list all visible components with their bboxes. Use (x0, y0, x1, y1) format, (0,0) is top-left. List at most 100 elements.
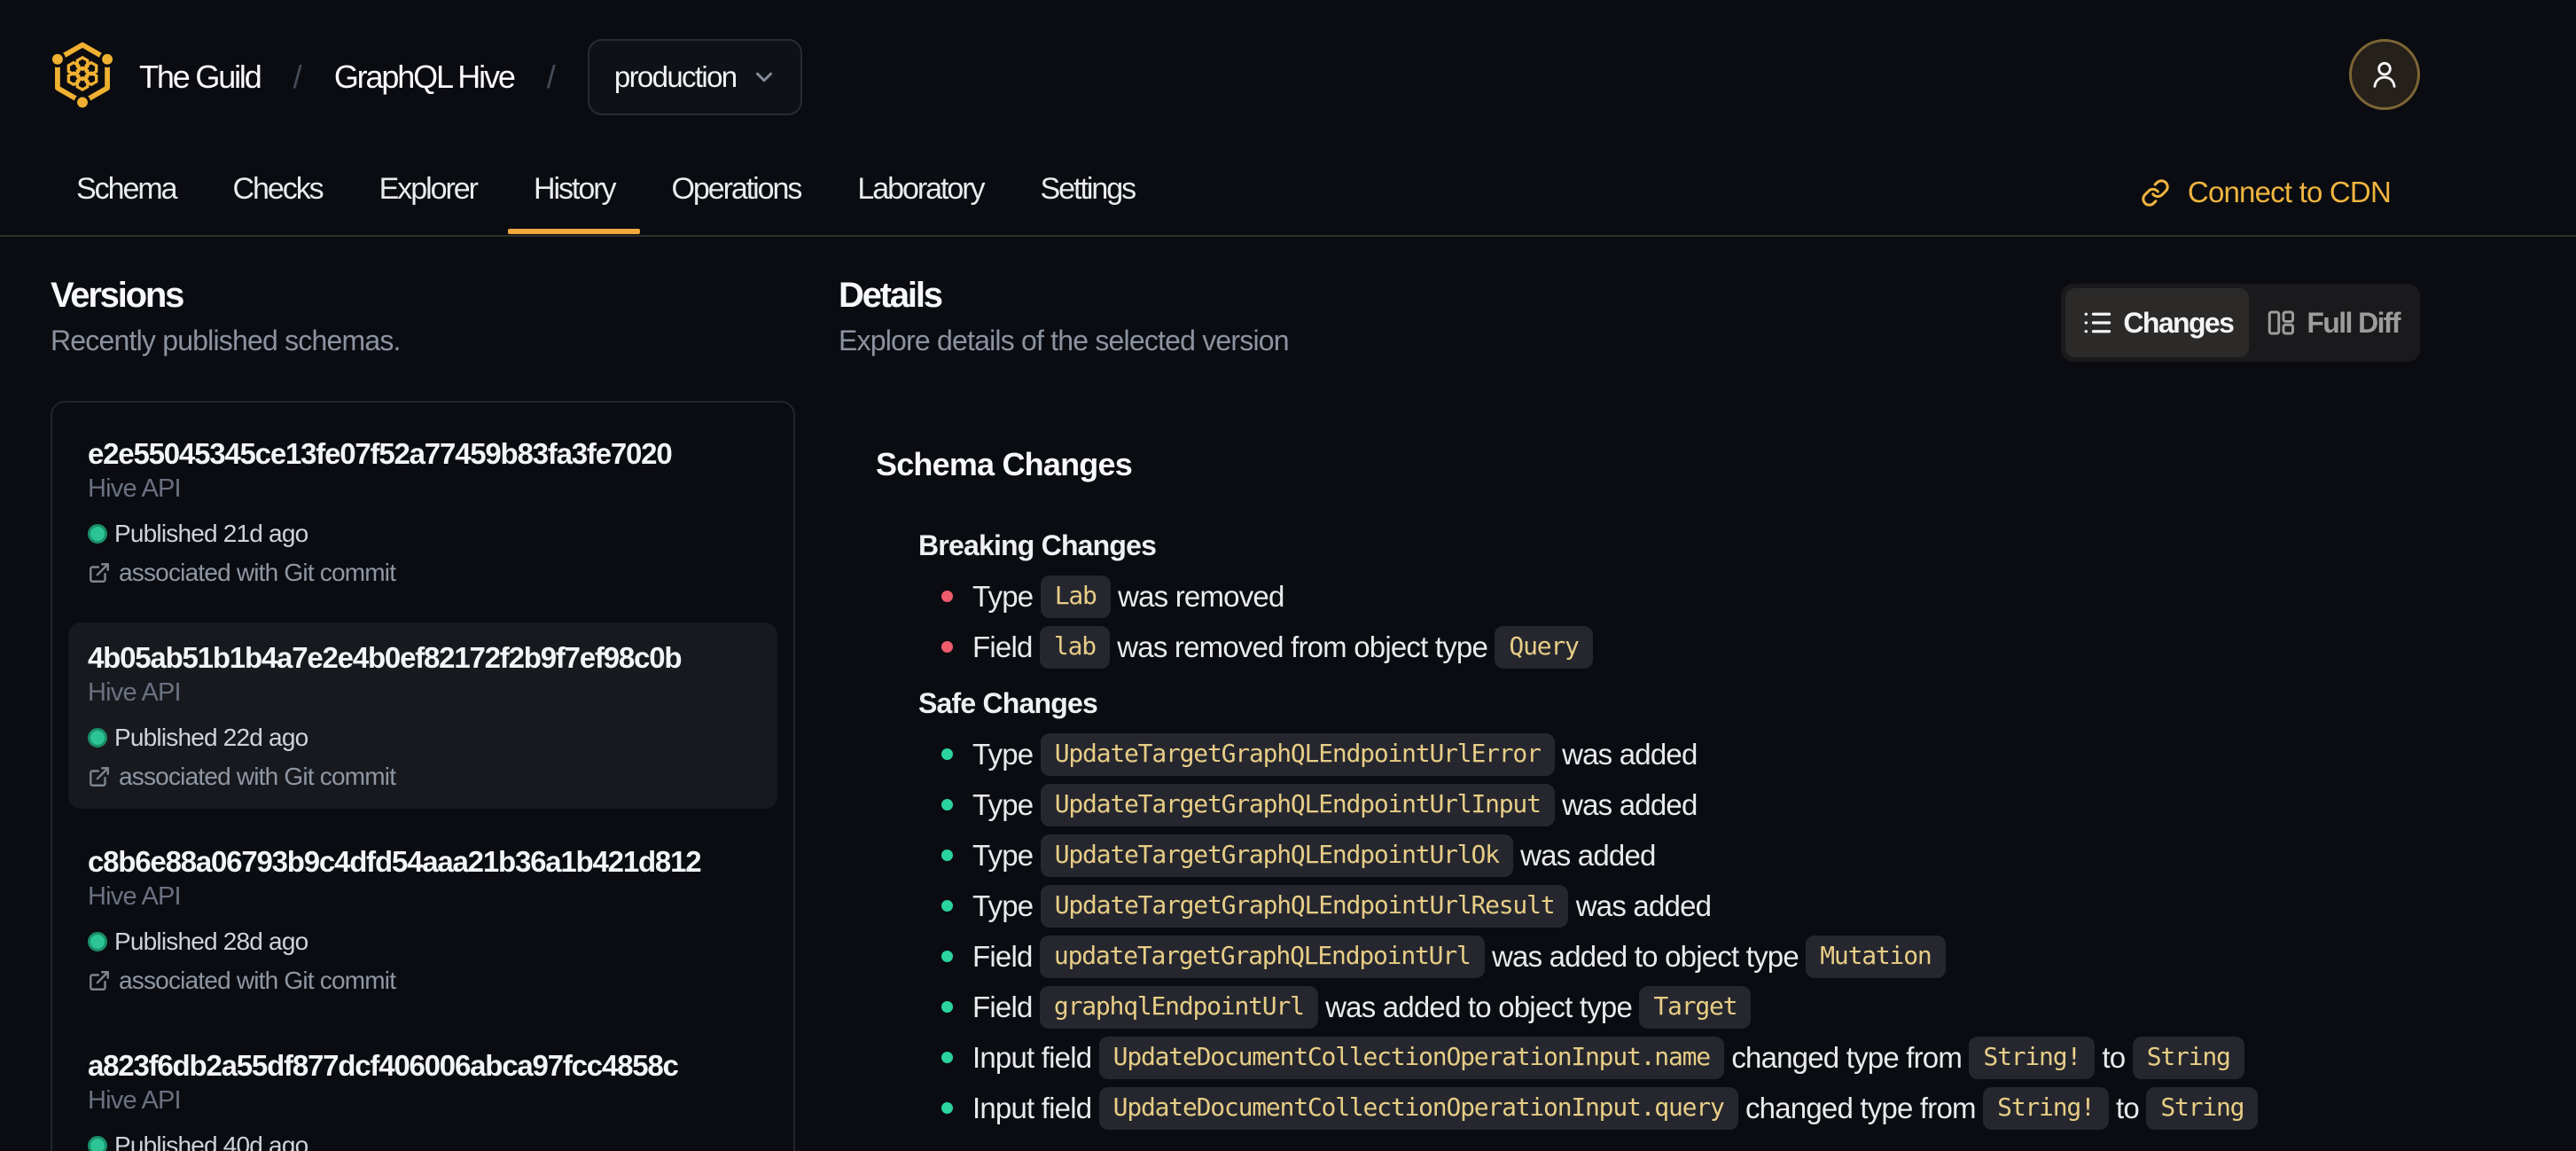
tab-explorer[interactable]: Explorer (354, 163, 503, 235)
git-commit-label: associated with Git commit (119, 763, 396, 790)
version-published-label: Published 22d ago (114, 724, 308, 751)
versions-panel: Versions Recently published schemas. e2e… (51, 237, 795, 1151)
change-text: to (2095, 1041, 2133, 1074)
versions-title: Versions (51, 276, 184, 315)
user-avatar[interactable] (2349, 39, 2420, 110)
external-link-icon (90, 971, 109, 990)
code-badge: lab (1039, 626, 1110, 669)
code-badge: UpdateDocumentCollectionOperationInput.q… (1098, 1087, 1738, 1131)
breaking-changes-list: Type Lab was removed Field lab was remove… (876, 571, 2420, 672)
change-text: Type (972, 788, 1041, 821)
code-badge: String! (1983, 1087, 2109, 1131)
list-icon (2084, 312, 2112, 333)
tab-label: Schema (76, 172, 178, 206)
version-item[interactable]: e2e55045345ce13fe07f52a77459b83fa3fe7020… (68, 419, 777, 605)
git-commit-link[interactable]: associated with Git commit (88, 761, 758, 793)
version-item[interactable]: c8b6e88a06793b9c4dfd54aaa21b36a1b421d812… (68, 826, 777, 1013)
version-item-selected[interactable]: 4b05ab51b1b4a7e2e4b0ef82172f2b9f7ef98c0b… (68, 622, 777, 809)
git-commit-link[interactable]: associated with Git commit (88, 557, 758, 589)
change-text: Type (972, 738, 1041, 771)
change-text: Type (972, 839, 1041, 872)
version-hash: e2e55045345ce13fe07f52a77459b83fa3fe7020 (88, 437, 673, 470)
code-badge: updateTargetGraphQLEndpointUrl (1039, 936, 1485, 979)
user-icon (2373, 61, 2396, 88)
breadcrumb-separator: / (546, 58, 556, 95)
app-header: The Guild / GraphQL Hive / production Sc… (0, 0, 2576, 237)
change-text: Field (972, 630, 1040, 663)
changes-toggle-button[interactable]: Changes (2065, 288, 2250, 357)
code-badge: UpdateTargetGraphQLEndpointUrlResult (1040, 885, 1569, 928)
change-text: was added (1512, 839, 1656, 872)
safe-changes-list: Type UpdateTargetGraphQLEndpointUrlError… (876, 729, 2420, 1133)
tab-checks[interactable]: Checks (207, 163, 348, 235)
details-header: Details Explore details of the selected … (839, 272, 2420, 362)
version-published-row: Published 21d ago (88, 518, 758, 550)
tab-history[interactable]: History (507, 163, 641, 235)
code-badge: Mutation (1806, 936, 1946, 979)
change-text: was added (1554, 788, 1698, 821)
full-diff-toggle-button[interactable]: Full Diff (2249, 288, 2416, 357)
tab-label: Checks (232, 172, 324, 206)
versions-list: e2e55045345ce13fe07f52a77459b83fa3fe7020… (51, 401, 795, 1151)
change-text: Input field (972, 1092, 1099, 1124)
published-status-dot (88, 524, 107, 544)
code-badge: String (2132, 1037, 2244, 1080)
header-top-row: The Guild / GraphQL Hive / production (0, 0, 2576, 163)
change-text: to (2108, 1092, 2147, 1124)
version-hash: 4b05ab51b1b4a7e2e4b0ef82172f2b9f7ef98c0b (88, 641, 683, 674)
code-badge: Query (1495, 626, 1593, 669)
safe-change-row: Field updateTargetGraphQLEndpointUrl was… (876, 931, 2420, 982)
safe-change-row: Type UpdateTargetGraphQLEndpointUrlOk wa… (876, 830, 2420, 881)
change-text: Type (972, 580, 1041, 613)
target-selector-value: production (613, 59, 738, 93)
breaking-change-row: Type Lab was removed (876, 571, 2420, 622)
breadcrumb-project[interactable]: GraphQL Hive (334, 59, 516, 96)
tab-bar: Schema Checks Explorer History Operations Lab… (0, 163, 2576, 235)
change-text: changed type from (1737, 1092, 1984, 1124)
published-status-dot (88, 932, 107, 951)
tab-label: Operations (671, 172, 802, 206)
schema-changes-section: Schema Changes Breaking Changes Type Lab… (839, 442, 2420, 1133)
version-published-label: Published 40d ago (114, 1131, 308, 1151)
tab-laboratory[interactable]: Laboratory (831, 163, 1009, 235)
change-text: Field (972, 940, 1040, 973)
version-published-label: Published 21d ago (114, 520, 308, 547)
tab-schema[interactable]: Schema (51, 163, 202, 235)
target-selector-dropdown[interactable]: production (587, 38, 802, 115)
link-icon (2142, 178, 2169, 207)
safe-change-row: Input field UpdateDocumentCollectionOper… (876, 1032, 2420, 1083)
code-badge: UpdateTargetGraphQLEndpointUrlError (1040, 733, 1555, 777)
guild-logo-icon[interactable] (51, 39, 114, 108)
schema-changes-heading: Schema Changes (876, 446, 1133, 482)
breadcrumb-separator: / (293, 58, 302, 95)
external-link-icon (90, 563, 109, 583)
version-published-row: Published 40d ago (88, 1130, 758, 1151)
code-badge: Lab (1040, 576, 1111, 619)
code-badge: Target (1639, 986, 1752, 1030)
columns-icon (2268, 310, 2295, 335)
connect-to-cdn-link[interactable]: Connect to CDN (2141, 176, 2392, 209)
git-commit-link[interactable]: associated with Git commit (88, 965, 758, 997)
tab-settings[interactable]: Settings (1015, 163, 1161, 235)
change-text: was added to object type (1484, 940, 1807, 973)
code-badge: String (2146, 1087, 2259, 1131)
version-item[interactable]: a823f6db2a55df877dcf406006abca97fcc4858c… (68, 1030, 777, 1151)
tab-label: History (533, 172, 617, 206)
git-commit-label: associated with Git commit (119, 559, 396, 586)
safe-change-row: Type UpdateTargetGraphQLEndpointUrlInput… (876, 779, 2420, 830)
version-service: Hive API (88, 474, 182, 503)
change-text: Field (972, 990, 1040, 1023)
breadcrumb-org[interactable]: The Guild (139, 59, 262, 96)
version-hash: a823f6db2a55df877dcf406006abca97fcc4858c (88, 1049, 679, 1082)
version-published-row: Published 28d ago (88, 926, 758, 958)
version-service: Hive API (88, 882, 182, 911)
version-service: Hive API (88, 1086, 182, 1115)
version-hash: c8b6e88a06793b9c4dfd54aaa21b36a1b421d812 (88, 845, 702, 878)
change-text: was added (1554, 738, 1698, 771)
safe-changes-heading: Safe Changes (918, 687, 1098, 719)
details-panel: Details Explore details of the selected … (839, 237, 2420, 1133)
breaking-change-row: Field lab was removed from object type Q… (876, 622, 2420, 672)
code-badge: UpdateTargetGraphQLEndpointUrlOk (1040, 834, 1513, 878)
chevron-down-icon (755, 72, 772, 82)
tab-operations[interactable]: Operations (645, 163, 826, 235)
